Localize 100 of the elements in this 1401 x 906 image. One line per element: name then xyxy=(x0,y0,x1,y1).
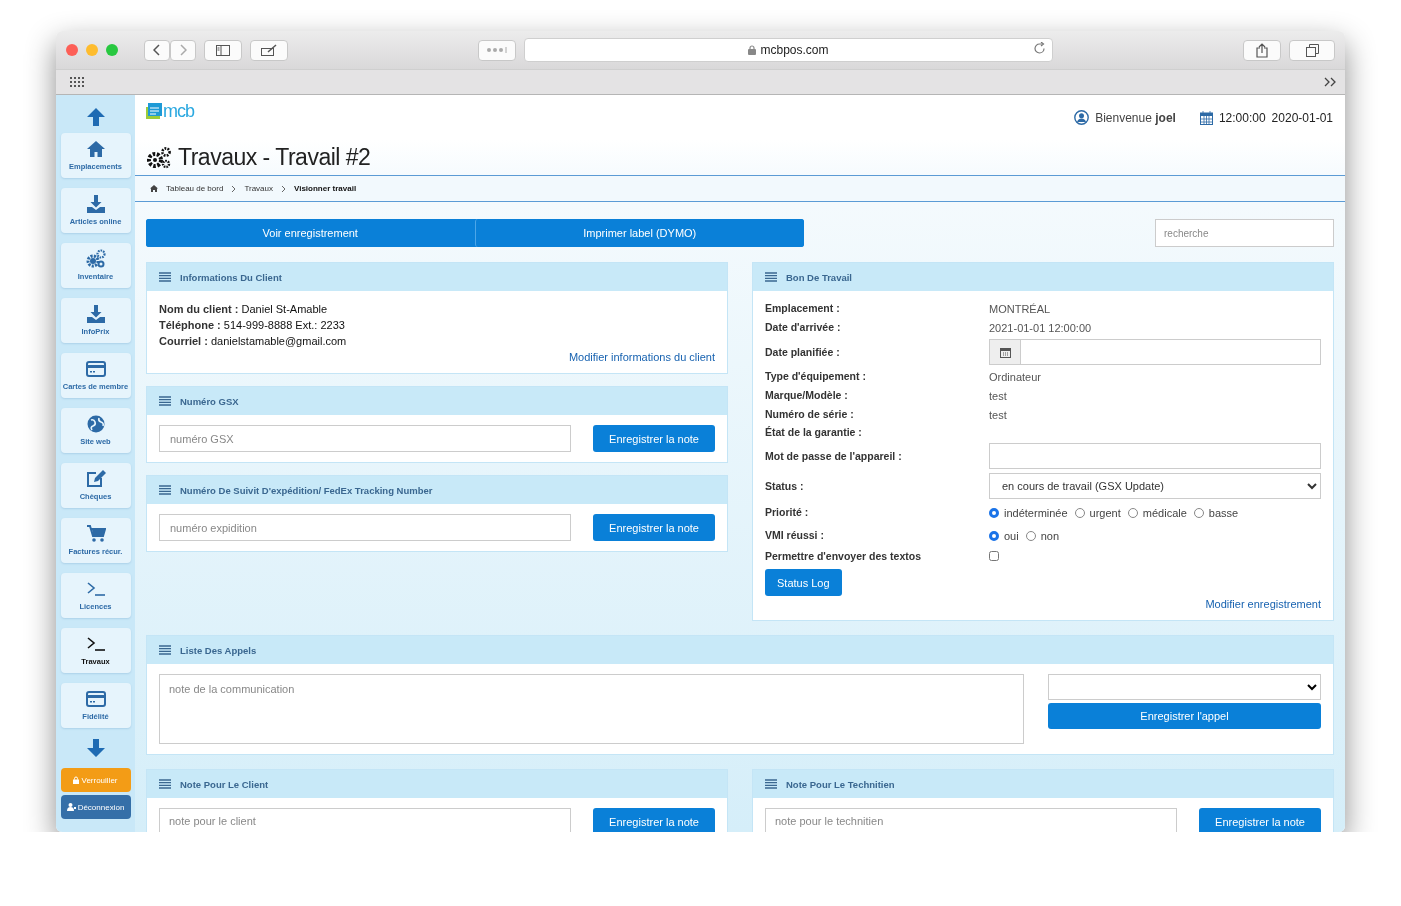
edit-record-link[interactable]: Modifier enregistrement xyxy=(765,598,1321,610)
edit-client-link[interactable]: Modifier informations du client xyxy=(159,351,715,363)
logo-text: mcb xyxy=(163,102,194,120)
list-icon xyxy=(159,396,171,406)
checkbox[interactable] xyxy=(989,551,999,561)
save-note-button[interactable]: Enregistrer la note xyxy=(593,514,715,541)
reload-icon[interactable] xyxy=(1033,42,1046,55)
lock-icon xyxy=(748,45,757,55)
save-call-button[interactable]: Enregistrer l'appel xyxy=(1048,703,1321,729)
text-field[interactable]: numéro expidition xyxy=(159,514,571,541)
notes-button[interactable] xyxy=(250,39,288,61)
chevron-left-icon xyxy=(153,44,161,56)
close-button[interactable] xyxy=(66,44,78,56)
zoom-button[interactable] xyxy=(106,44,118,56)
radio-label: indéterminée xyxy=(1004,506,1068,519)
pencil-icon xyxy=(261,44,277,56)
radio-label: non xyxy=(1040,529,1060,542)
page-title: Travaux - Travail #2 xyxy=(178,144,371,171)
cart-icon xyxy=(85,524,106,545)
field-label: Date planifiée : xyxy=(765,344,841,360)
panel-title: Liste Des Appels xyxy=(180,644,257,656)
radio-button[interactable] xyxy=(1025,530,1036,541)
list-icon xyxy=(159,485,171,495)
dots-icon xyxy=(486,47,508,53)
note-field[interactable]: note pour le technitien xyxy=(765,808,1177,832)
logo-icon xyxy=(146,101,162,121)
radio-label: urgent xyxy=(1089,506,1121,519)
user-icon xyxy=(66,803,76,811)
field-label: Priorité : xyxy=(765,505,810,520)
field-value: MONTRÉAL xyxy=(989,303,1051,315)
breadcrumb-link[interactable]: Travaux xyxy=(244,184,273,193)
radio-button[interactable] xyxy=(989,507,999,518)
date-text: 2020-01-01 xyxy=(1271,110,1333,125)
radio-button[interactable] xyxy=(1193,507,1204,518)
list-icon xyxy=(159,272,171,282)
house-icon xyxy=(85,139,106,160)
field-label: VMI réussi : xyxy=(765,528,825,543)
radio-button[interactable] xyxy=(989,530,999,541)
radio-button[interactable] xyxy=(1127,507,1138,518)
text-field[interactable] xyxy=(989,443,1321,469)
url-text: mcbpos.com xyxy=(760,43,829,57)
call-note-field[interactable]: note de la communication xyxy=(159,674,1024,744)
field-label: Mot de passe de l'appareil : xyxy=(765,448,903,464)
panel-title: Numéro GSX xyxy=(180,395,239,407)
field-label: Emplacement : xyxy=(765,301,841,316)
edit-icon xyxy=(85,469,106,490)
list-icon xyxy=(765,779,777,789)
text-field[interactable]: numéro GSX xyxy=(159,425,571,452)
save-note-button[interactable]: Enregistrer la note xyxy=(593,425,715,452)
field-label: Marque/Modèle : xyxy=(765,388,849,403)
panel-title: Numéro De Suivit D'expédition/ FedEx Tracking Number xyxy=(180,484,433,496)
status-log-button[interactable]: Status Log xyxy=(765,569,842,596)
sidebar-button[interactable] xyxy=(204,39,242,61)
gears-icon xyxy=(85,249,106,270)
chevron-right-icon xyxy=(231,184,237,193)
tabs-icon xyxy=(1305,43,1319,57)
radio-label: basse xyxy=(1208,506,1239,519)
download-icon xyxy=(85,194,106,215)
tabs-button[interactable] xyxy=(1289,39,1335,61)
extensions-button[interactable] xyxy=(478,39,516,61)
lock-icon xyxy=(73,776,80,784)
field-label: État de la garantie : xyxy=(765,425,863,440)
field-value: Ordinateur xyxy=(989,371,1041,383)
panel-title: Note Pour Le Client xyxy=(180,778,269,790)
action-button[interactable]: Imprimer label (DYMO) xyxy=(474,219,804,247)
breadcrumb-link[interactable]: Tableau de bord xyxy=(166,184,224,193)
client-info-text: Nom du client : Daniel St-Amable xyxy=(159,302,329,317)
sidebar-icon xyxy=(216,44,230,56)
calendar-icon xyxy=(1199,110,1213,125)
search-field[interactable]: recherche xyxy=(1155,219,1334,247)
welcome-text: Bienvenue joel xyxy=(1095,110,1176,125)
radio-label: oui xyxy=(1004,529,1019,542)
field-value: 2021-01-01 12:00:00 xyxy=(989,322,1092,334)
save-note-button[interactable]: Enregistrer la note xyxy=(593,808,715,832)
download-icon xyxy=(85,304,106,325)
list-icon xyxy=(765,272,777,282)
home-icon xyxy=(150,185,158,192)
share-button[interactable] xyxy=(1243,39,1281,61)
note-field[interactable]: note pour le client xyxy=(159,808,571,832)
panel-title: Note Pour Le Technitien xyxy=(786,778,895,790)
breadcrumb-link[interactable]: Visionner travail xyxy=(294,184,357,193)
address-bar[interactable]: mcbpos.com xyxy=(524,38,1053,62)
logout-button[interactable]: Déconnexion xyxy=(60,795,131,819)
radio-button[interactable] xyxy=(1074,507,1085,518)
field-value: test xyxy=(989,390,1007,402)
field-label: Date d'arrivée : xyxy=(765,320,842,335)
panel-title: Bon De Travail xyxy=(786,271,852,283)
status-dropdown[interactable]: en cours de travail (GSX Update) xyxy=(989,473,1321,499)
radio-label: médicale xyxy=(1142,506,1187,519)
back-button[interactable] xyxy=(144,39,170,61)
forward-button[interactable] xyxy=(170,39,196,61)
list-icon xyxy=(159,645,171,655)
grid-icon[interactable] xyxy=(70,77,84,87)
date-field[interactable] xyxy=(989,339,1321,365)
share-icon xyxy=(1256,42,1268,58)
card-icon xyxy=(85,689,106,710)
double-chevron-icon[interactable] xyxy=(1324,77,1337,87)
call-type-dropdown[interactable] xyxy=(1048,674,1321,700)
field-label: Permettre d'envoyer des textos xyxy=(765,548,922,564)
save-note-button[interactable]: Enregistrer la note xyxy=(1199,808,1321,832)
